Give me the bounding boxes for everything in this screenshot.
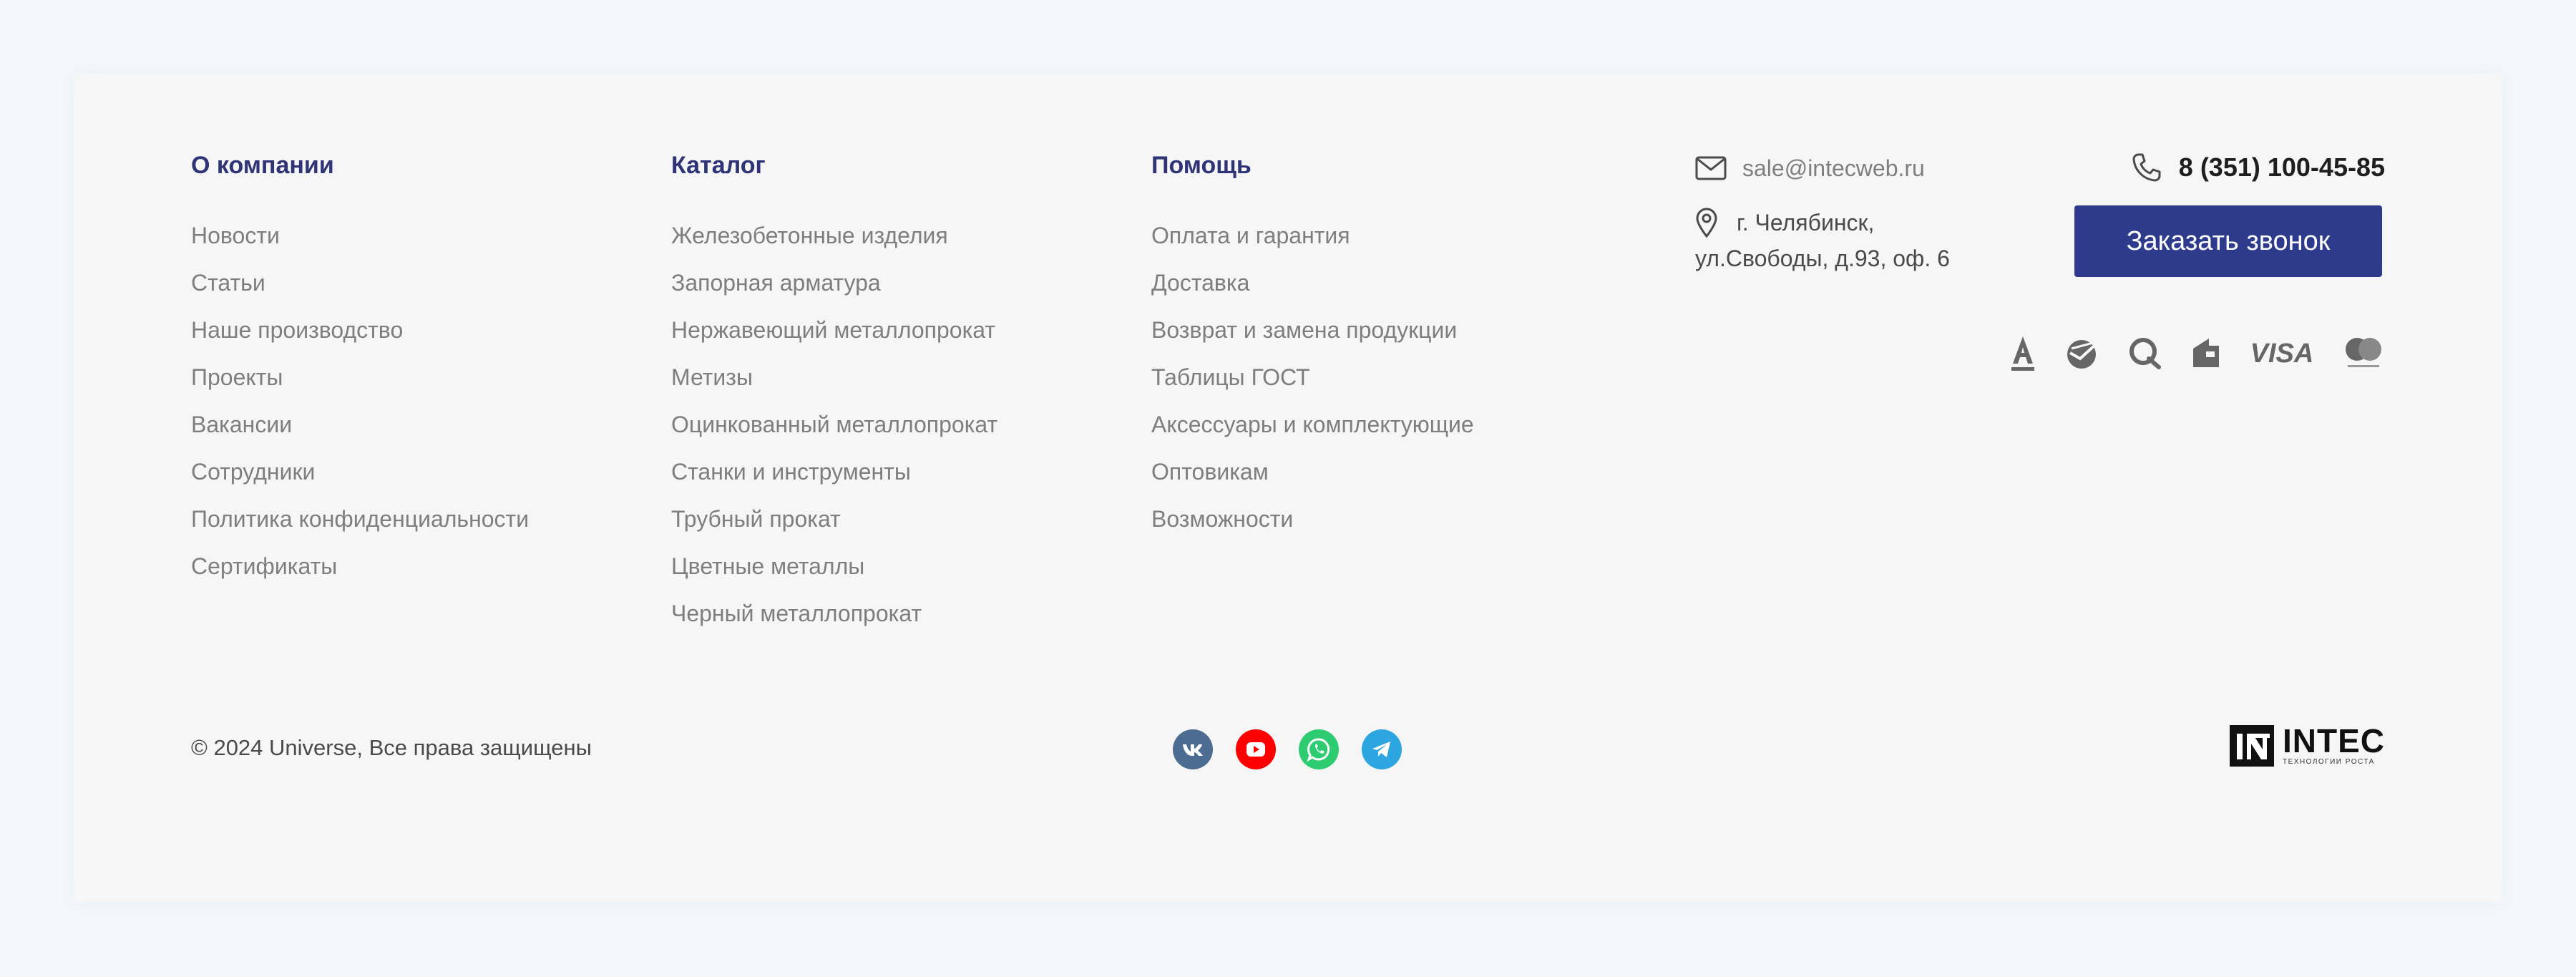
footer: О компании Новости Статьи Наше производс… <box>74 74 2502 902</box>
vk-icon[interactable] <box>1173 729 1213 769</box>
phone-icon <box>2132 152 2162 183</box>
copyright: © 2024 Universe, Все права защищены <box>191 735 592 760</box>
footer-link[interactable]: Черный металлопрокат <box>671 598 997 645</box>
footer-link[interactable]: Нержавеющий металлопрокат <box>671 314 997 361</box>
footer-link[interactable]: Возврат и замена продукции <box>1151 314 1474 361</box>
footer-link[interactable]: Новости <box>191 220 529 267</box>
footer-link[interactable]: Метизы <box>671 361 997 409</box>
phone-number[interactable]: 8 (351) 100-45-85 <box>2179 152 2385 183</box>
intec-logo-mark <box>2230 725 2274 767</box>
intec-logo[interactable]: INTEC ТЕХНОЛОГИИ РОСТА <box>2230 722 2385 767</box>
order-call-button[interactable]: Заказать звонок <box>2074 205 2382 277</box>
brand-name: INTEC <box>2283 722 2385 759</box>
footer-link[interactable]: Сотрудники <box>191 456 529 503</box>
link-list: Железобетонные изделия Запорная арматура… <box>671 220 997 645</box>
footer-link[interactable]: Возможности <box>1151 503 1474 550</box>
telegram-icon[interactable] <box>1362 729 1402 769</box>
address-city: г. Челябинск, <box>1737 209 1875 235</box>
footer-link[interactable]: Вакансии <box>191 409 529 456</box>
mastercard-icon <box>2342 331 2385 374</box>
footer-link[interactable]: Наше производство <box>191 314 529 361</box>
footer-link[interactable]: Оптовикам <box>1151 456 1474 503</box>
payment-methods: VISA <box>2010 331 2385 374</box>
visa-icon: VISA <box>2250 331 2313 374</box>
yoomoney-icon <box>2190 331 2222 374</box>
contact-email[interactable]: sale@intecweb.ru <box>1695 152 1925 184</box>
footer-link[interactable]: Оплата и гарантия <box>1151 220 1474 267</box>
link-list: Оплата и гарантия Доставка Возврат и зам… <box>1151 220 1474 550</box>
link-list: Новости Статьи Наше производство Проекты… <box>191 220 529 598</box>
footer-link[interactable]: Оцинкованный металлопрокат <box>671 409 997 456</box>
footer-link[interactable]: Станки и инструменты <box>671 456 997 503</box>
qiwi-icon <box>2127 331 2162 374</box>
column-heading[interactable]: Помощь <box>1151 150 1474 181</box>
footer-link[interactable]: Аксессуары и комплектующие <box>1151 409 1474 456</box>
footer-link[interactable]: Железобетонные изделия <box>671 220 997 267</box>
contact-phone[interactable]: 8 (351) 100-45-85 <box>2132 150 2385 185</box>
footer-link[interactable]: Политика конфиденциальности <box>191 503 529 550</box>
envelope-icon <box>1695 156 1727 180</box>
column-heading[interactable]: Каталог <box>671 150 997 181</box>
address-street: ул.Свободы, д.93, оф. 6 <box>1695 246 1950 271</box>
brand-tagline: ТЕХНОЛОГИИ РОСТА <box>2283 758 2375 766</box>
footer-link[interactable]: Таблицы ГОСТ <box>1151 361 1474 409</box>
sberbank-icon <box>2064 331 2099 374</box>
alfa-bank-icon <box>2010 331 2036 374</box>
footer-column-catalog: Каталог Железобетонные изделия Запорная … <box>671 150 997 645</box>
footer-link[interactable]: Цветные металлы <box>671 550 997 598</box>
email-link[interactable]: sale@intecweb.ru <box>1742 155 1925 182</box>
footer-column-company: О компании Новости Статьи Наше производс… <box>191 150 529 598</box>
footer-link[interactable]: Трубный прокат <box>671 503 997 550</box>
social-links <box>1173 729 1402 769</box>
visa-label: VISA <box>2250 339 2313 367</box>
contact-address: г. Челябинск, ул.Свободы, д.93, оф. 6 <box>1695 205 2010 276</box>
map-pin-icon <box>1695 208 1718 238</box>
footer-link[interactable]: Доставка <box>1151 267 1474 314</box>
footer-link[interactable]: Запорная арматура <box>671 267 997 314</box>
footer-link[interactable]: Сертификаты <box>191 550 529 598</box>
footer-link[interactable]: Статьи <box>191 267 529 314</box>
column-heading[interactable]: О компании <box>191 150 529 181</box>
footer-column-help: Помощь Оплата и гарантия Доставка Возвра… <box>1151 150 1474 550</box>
footer-link[interactable]: Проекты <box>191 361 529 409</box>
youtube-icon[interactable] <box>1236 729 1276 769</box>
whatsapp-icon[interactable] <box>1299 729 1339 769</box>
